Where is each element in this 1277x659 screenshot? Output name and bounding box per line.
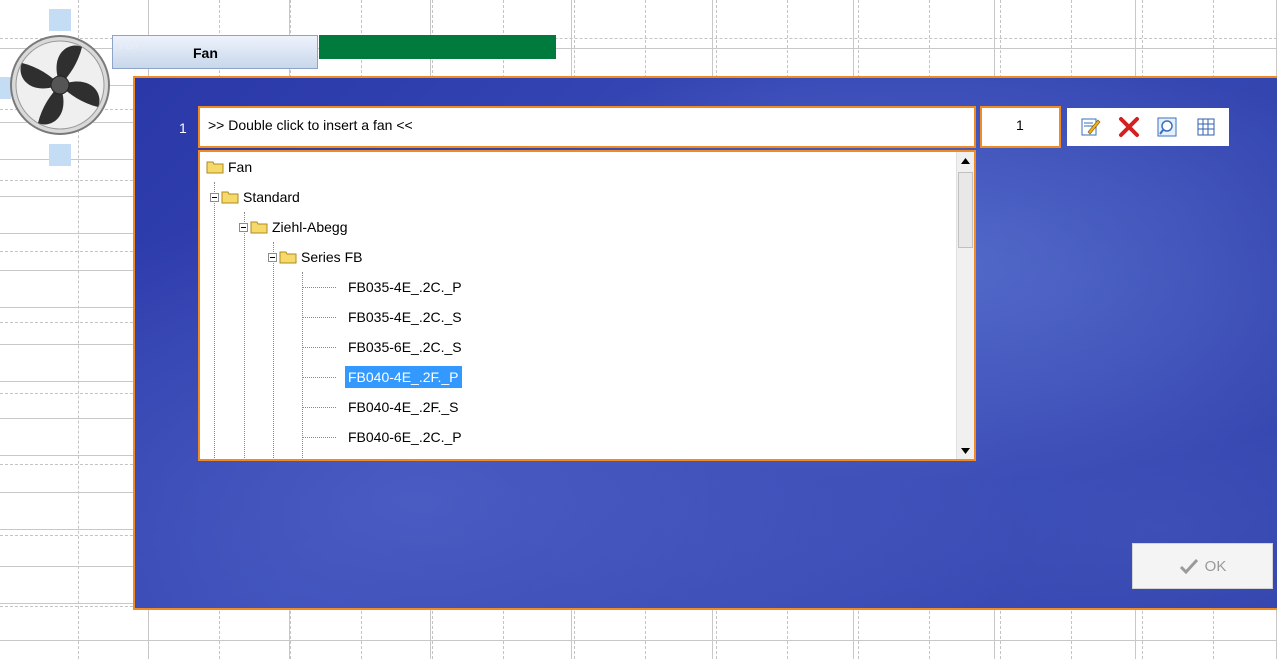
- arrow-up-icon: [961, 157, 970, 164]
- tree-leaf[interactable]: FB035-4E_.2C._P: [345, 276, 465, 298]
- tree-scrollbar[interactable]: [956, 152, 974, 459]
- fan-input-field[interactable]: >> Double click to insert a fan <<: [198, 106, 976, 148]
- delete-icon[interactable]: [1117, 115, 1141, 139]
- tree-connector: [302, 287, 336, 288]
- resize-handle-bottom[interactable]: [49, 144, 71, 166]
- tree-leaf[interactable]: FB040-4E_.2F._S: [345, 396, 462, 418]
- arrow-down-icon: [961, 447, 970, 454]
- tree-connector: [302, 347, 336, 348]
- grid-icon[interactable]: [1194, 115, 1218, 139]
- tree-connector: [302, 377, 336, 378]
- quantity-field[interactable]: 1: [980, 106, 1061, 148]
- tree-connector: [302, 437, 336, 438]
- tree-leaf[interactable]: FB035-4E_.2C._S: [345, 306, 465, 328]
- tree-leaf-selected[interactable]: FB040-4E_.2F._P: [345, 366, 462, 388]
- tree-node-label: Series FB: [301, 249, 363, 265]
- tree-node-label: Ziehl-Abegg: [272, 219, 348, 235]
- scroll-down-button[interactable]: [957, 442, 974, 459]
- title-tab: Fan Fan: [112, 35, 318, 69]
- check-icon: [1179, 558, 1198, 574]
- tree-connector: [302, 317, 336, 318]
- tree-connector: [273, 242, 274, 459]
- tree-node-ziehl-abegg[interactable]: Ziehl-Abegg: [239, 216, 348, 238]
- folder-icon: [279, 251, 297, 264]
- title-ghost-text: Fan: [119, 40, 138, 52]
- tree-leaf-label: FB040-6E_.2C._P: [348, 429, 462, 445]
- collapse-icon[interactable]: [239, 222, 248, 232]
- tree-node-series-fb[interactable]: Series FB: [268, 246, 362, 268]
- tree-connector: [302, 272, 303, 459]
- tree-connector: [244, 212, 245, 459]
- search-icon[interactable]: [1155, 115, 1179, 139]
- tree-leaf[interactable]: FB035-6E_.2C._S: [345, 336, 465, 358]
- row-toolbar: [1067, 108, 1229, 146]
- title-label: Fan: [193, 45, 218, 61]
- folder-icon: [221, 191, 239, 204]
- resize-handle-top[interactable]: [49, 9, 71, 31]
- folder-icon: [250, 221, 268, 234]
- edit-icon[interactable]: [1078, 115, 1102, 139]
- tree-node-label: Fan: [228, 159, 253, 175]
- tree-connector: [214, 182, 215, 459]
- status-bar: [319, 35, 556, 59]
- ok-button[interactable]: OK: [1132, 543, 1273, 589]
- scroll-thumb[interactable]: [958, 172, 973, 248]
- folder-icon: [206, 161, 224, 174]
- tree-leaf-label: FB035-6E_.2C._S: [348, 339, 462, 355]
- tree-node-label: Standard: [243, 189, 300, 205]
- tree-leaf[interactable]: FB040-6E_.2C._P: [345, 426, 465, 448]
- tree-node-standard[interactable]: Standard: [210, 186, 300, 208]
- collapse-icon[interactable]: [268, 252, 277, 262]
- tree-leaf-label: FB035-4E_.2C._S: [348, 309, 462, 325]
- tree-leaf-label: FB040-4E_.2F._S: [348, 399, 459, 415]
- ok-button-label: OK: [1204, 557, 1227, 575]
- fan-selection-panel: 1 >> Double click to insert a fan << 1 F…: [133, 76, 1277, 610]
- tree-node-root[interactable]: Fan: [206, 156, 252, 178]
- tree-connector: [302, 407, 336, 408]
- tree-leaf-label: FB035-4E_.2C._P: [348, 279, 462, 295]
- collapse-icon[interactable]: [210, 192, 219, 202]
- scroll-up-button[interactable]: [957, 152, 974, 169]
- fan-icon: [8, 33, 112, 137]
- row-number: 1: [179, 120, 187, 136]
- tree-leaf-label: FB040-4E_.2F._P: [345, 366, 462, 388]
- fan-tree-view[interactable]: Fan Standard Ziehl-Abegg Series FB FB035…: [198, 150, 976, 461]
